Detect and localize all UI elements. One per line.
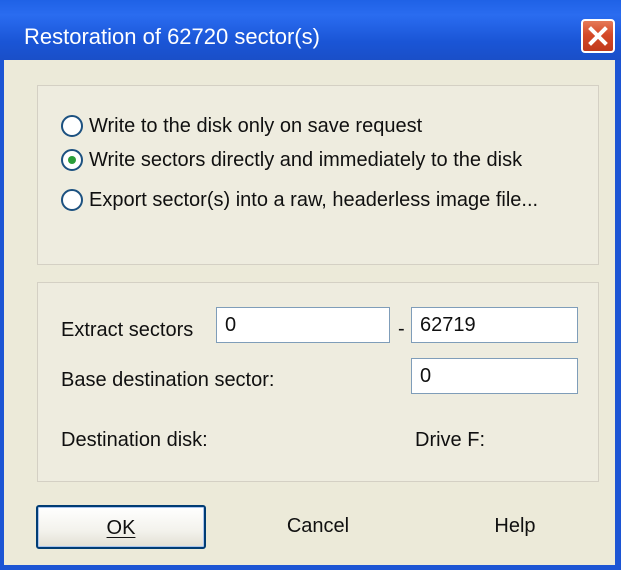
radio-label: Write to the disk only on save request xyxy=(89,114,423,137)
title-bar[interactable]: Restoration of 62720 sector(s) xyxy=(0,0,621,60)
cancel-button[interactable]: Cancel xyxy=(233,505,403,549)
window-frame-right xyxy=(615,60,621,570)
radio-write-directly[interactable]: Write sectors directly and immediately t… xyxy=(61,145,522,175)
extract-from-input[interactable]: 0 xyxy=(216,307,390,343)
destination-disk-value: Drive F: xyxy=(415,429,485,451)
radio-button[interactable] xyxy=(61,115,83,137)
radio-label: Export sector(s) into a raw, headerless … xyxy=(89,188,539,211)
cancel-button-label: Cancel xyxy=(286,515,350,537)
destination-disk-label: Destination disk: xyxy=(61,429,208,451)
help-button[interactable]: Help xyxy=(430,505,600,549)
base-destination-label: Base destination sector: xyxy=(61,369,275,391)
extract-to-input[interactable]: 62719 xyxy=(411,307,578,343)
radio-export-image[interactable]: Export sector(s) into a raw, headerless … xyxy=(61,185,538,215)
ok-button-label: OK xyxy=(106,517,136,539)
radio-button[interactable] xyxy=(61,189,83,211)
restoration-dialog: Restoration of 62720 sector(s) Write to … xyxy=(0,0,621,570)
radio-save-request[interactable]: Write to the disk only on save request xyxy=(61,111,422,141)
dialog-title: Restoration of 62720 sector(s) xyxy=(24,24,320,49)
close-button[interactable] xyxy=(581,19,615,53)
extract-sectors-label: Extract sectors xyxy=(61,319,194,341)
radio-button-checked[interactable] xyxy=(61,149,83,171)
radio-label: Write sectors directly and immediately t… xyxy=(89,148,523,171)
range-separator: - xyxy=(398,318,405,340)
ok-button[interactable]: OK xyxy=(36,505,206,549)
close-icon xyxy=(588,26,608,46)
window-frame-bottom xyxy=(0,565,621,570)
radio-dot xyxy=(68,156,76,164)
base-destination-input[interactable]: 0 xyxy=(411,358,578,394)
help-button-label: Help xyxy=(494,515,536,537)
